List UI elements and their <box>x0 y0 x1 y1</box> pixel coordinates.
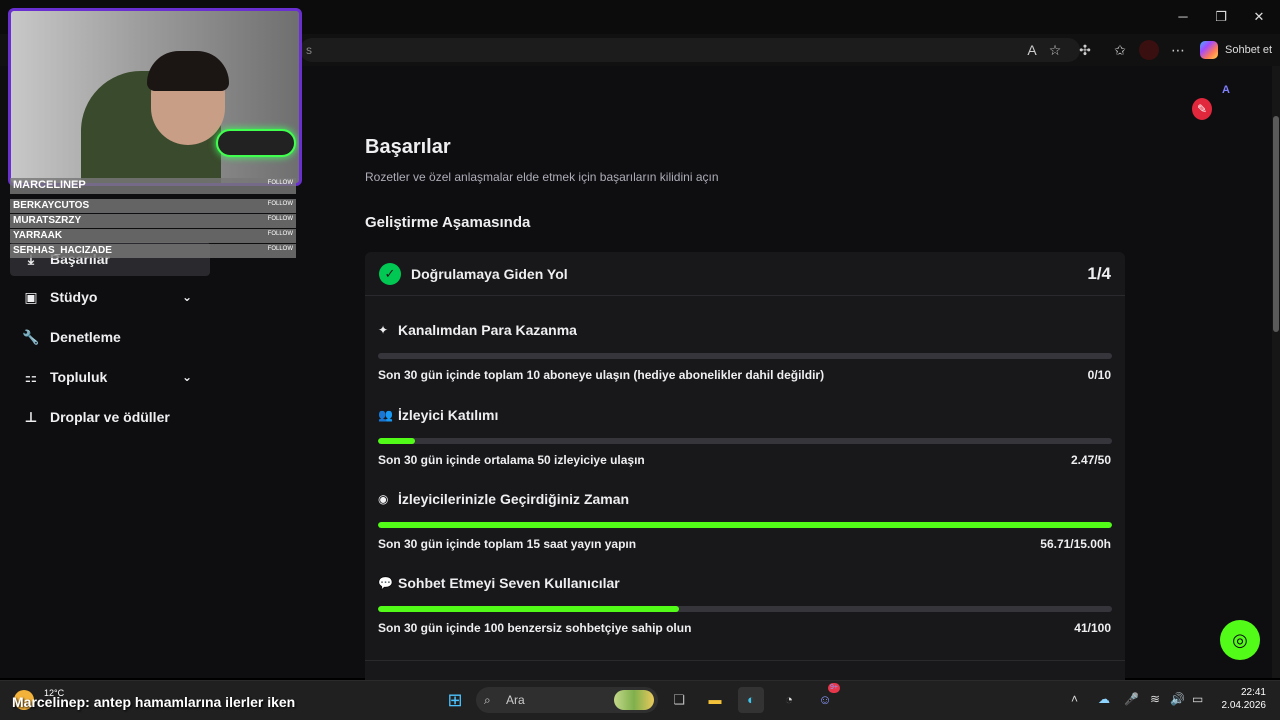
wifi-icon[interactable]: ≋ <box>1150 692 1160 706</box>
help-chat-button[interactable]: ◎ <box>1220 620 1260 660</box>
broadcast-icon: ◉ <box>378 492 389 506</box>
task-progress-bar <box>378 438 1112 444</box>
file-explorer-icon[interactable]: ▬ <box>702 687 728 713</box>
task-title: 👥 İzleyici Katılımı <box>378 407 499 423</box>
minimize-icon[interactable]: ─ <box>1168 6 1198 28</box>
cloud-icon[interactable]: ☁ <box>1098 692 1110 706</box>
progress-fill <box>378 438 415 444</box>
close-icon[interactable]: ✕ <box>1244 6 1274 28</box>
microphone <box>216 129 296 157</box>
restore-icon[interactable]: ❐ <box>1206 6 1236 28</box>
follower-row: SERHAS_HACIZADE FOLLOW <box>10 244 296 258</box>
sidebar-item-topluluk[interactable]: ⚏ Topluluk ⌄ <box>22 362 222 392</box>
task-progress-bar <box>378 606 1112 612</box>
favorites-icon[interactable]: ✩ <box>1110 40 1130 60</box>
copilot-icon <box>1200 41 1218 59</box>
task-value: 2.47/50 <box>1070 453 1111 467</box>
scrollbar-thumb[interactable] <box>1273 116 1279 332</box>
task-description: Son 30 gün içinde 100 benzersiz sohbetçi… <box>378 621 692 635</box>
sidebar-item-studyo[interactable]: ▣ Stüdyo ⌄ <box>22 282 222 312</box>
task-value: 0/10 <box>1087 368 1111 382</box>
wrench-icon: 🔧 <box>22 328 40 345</box>
favorite-star-icon[interactable]: ☆ <box>1045 40 1065 60</box>
verified-check-icon: ✓ <box>379 263 401 285</box>
follower-row: MURATSZRZY FOLLOW <box>10 214 296 228</box>
volume-icon[interactable]: 🔊 <box>1170 692 1185 706</box>
task-description: Son 30 gün içinde toplam 10 aboneye ulaş… <box>378 368 825 382</box>
webcam-overlay <box>8 8 302 186</box>
task-progress-bar <box>378 522 1112 528</box>
page-title: Başarılar <box>365 136 451 158</box>
task-description: Son 30 gün içinde ortalama 50 izleyiciye… <box>378 453 645 467</box>
stream-chat-caption: Marcelinep: antep hamamlarına ilerler ik… <box>12 694 296 710</box>
sidebar-item-droplar[interactable]: ⊥ Droplar ve ödüller <box>22 402 222 432</box>
task-progress-bar <box>378 353 1112 359</box>
obs-icon[interactable]: ◔ <box>776 687 802 713</box>
webcam-person-hair <box>147 51 229 91</box>
battery-icon[interactable]: ▭ <box>1192 692 1203 706</box>
task-title: 💬 Sohbet Etmeyi Seven Kullanıcılar <box>378 575 620 591</box>
studio-icon: ▣ <box>24 288 38 305</box>
read-aloud-icon[interactable]: A <box>1022 40 1042 60</box>
profile-avatar[interactable] <box>1139 40 1159 60</box>
system-clock[interactable]: 22:41 2.04.2026 <box>1220 686 1267 712</box>
pen-icon[interactable]: ✎ <box>1192 98 1212 120</box>
card-progress-count: 1/4 <box>1087 264 1111 283</box>
task-description: Son 30 gün içinde toplam 15 saat yayın y… <box>378 537 637 551</box>
extensions-icon[interactable]: ✣ <box>1075 40 1095 60</box>
viewers-icon: 👥 <box>378 408 393 422</box>
taskbar-search[interactable]: ⌕ Ara <box>476 687 658 713</box>
start-menu-icon[interactable]: ⊞ <box>442 687 468 713</box>
drops-icon: ⊥ <box>24 408 38 425</box>
more-icon[interactable]: ⋯ <box>1168 40 1188 60</box>
progress-fill <box>378 522 1112 528</box>
task-value: 56.71/15.00h <box>1040 537 1111 551</box>
notification-badge: A <box>1222 84 1230 96</box>
chevron-up-icon[interactable]: ˄ <box>1071 692 1078 706</box>
section-title: Geliştirme Aşamasında <box>365 214 531 231</box>
task-value: 41/100 <box>1074 621 1111 635</box>
progress-fill <box>378 606 679 612</box>
chevron-down-icon[interactable]: ⌄ <box>182 370 192 384</box>
sidebar-item-denetleme[interactable]: 🔧 Denetleme <box>22 322 222 352</box>
chat-icon: 💬 <box>378 576 393 590</box>
microphone-icon[interactable]: 🎤 <box>1124 692 1139 706</box>
chevron-down-icon[interactable]: ⌄ <box>182 290 192 304</box>
card-divider <box>365 660 1125 661</box>
sparkle-icon: ✦ <box>378 323 389 337</box>
edge-browser-icon[interactable]: ◐ <box>738 687 764 713</box>
card-title: Doğrulamaya Giden Yol <box>411 266 568 282</box>
task-title: ✦ Kanalımdan Para Kazanma <box>378 322 577 338</box>
search-icon: ⌕ <box>484 693 491 707</box>
discord-icon[interactable]: ☺ 9+ <box>812 683 840 713</box>
follower-row: YARRAAK FOLLOW <box>10 229 296 243</box>
copilot-button[interactable]: Sohbet et <box>1198 38 1276 62</box>
page-subtitle: Rozetler ve özel anlaşmalar elde etmek i… <box>365 170 719 184</box>
follower-row: MARCELINEP FOLLOW <box>10 178 296 194</box>
task-view-icon[interactable]: ❏ <box>666 687 692 713</box>
community-icon: ⚏ <box>24 368 38 385</box>
url-field[interactable]: s <box>300 38 1080 62</box>
search-highlight-image <box>614 690 654 710</box>
card-header[interactable]: ✓ Doğrulamaya Giden Yol 1/4 <box>365 252 1125 296</box>
discord-badge: 9+ <box>828 683 840 693</box>
verification-card: ✓ Doğrulamaya Giden Yol 1/4 ✦ Kanalımdan… <box>365 252 1125 692</box>
task-title: ◉ İzleyicilerinizle Geçirdiğiniz Zaman <box>378 491 630 507</box>
follower-row: BERKAYCUTOS FOLLOW <box>10 199 296 213</box>
